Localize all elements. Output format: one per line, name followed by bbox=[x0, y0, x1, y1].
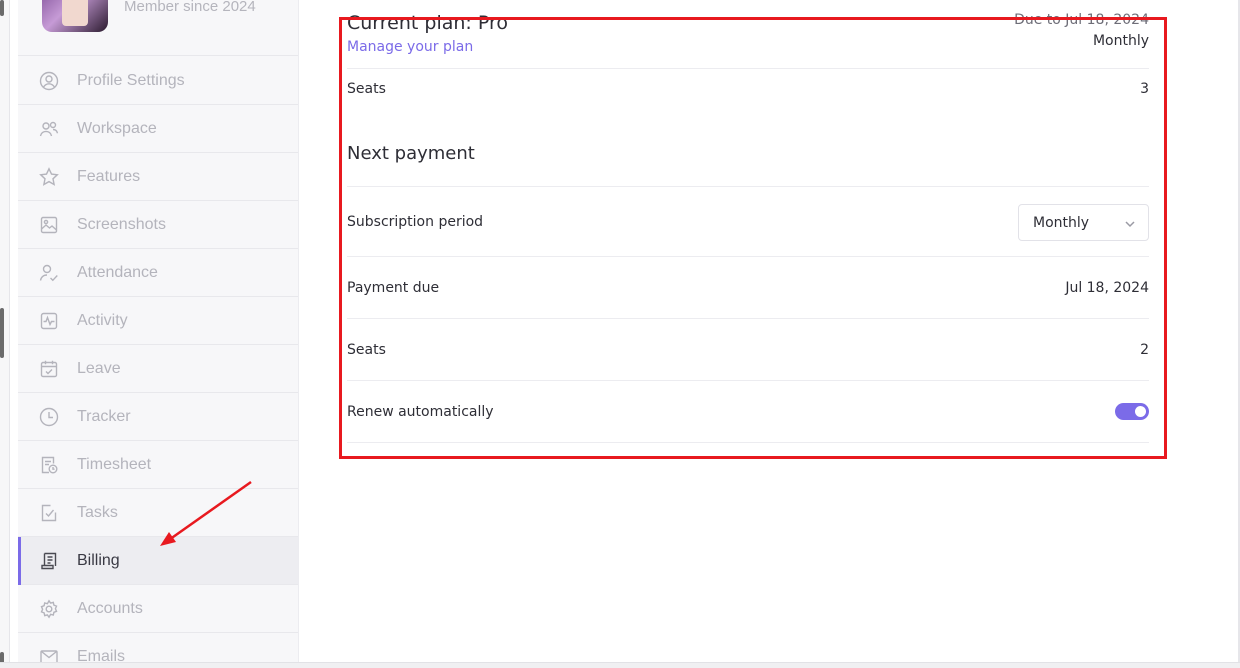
user-check-icon bbox=[38, 262, 60, 284]
sidebar-item-label: Leave bbox=[77, 359, 121, 377]
subscription-period-select[interactable]: Monthly bbox=[1018, 204, 1149, 241]
timesheet-icon bbox=[38, 454, 60, 476]
sidebar-item-tracker[interactable]: Tracker bbox=[18, 393, 298, 441]
sidebar-item-label: Profile Settings bbox=[77, 71, 185, 89]
bottom-bar bbox=[0, 662, 1240, 668]
sidebar-item-emails[interactable]: Emails bbox=[18, 633, 298, 663]
clock-icon bbox=[38, 406, 60, 428]
next-seats-value: 2 bbox=[1140, 342, 1149, 358]
task-check-icon bbox=[38, 502, 60, 524]
subscription-period-value: Monthly bbox=[1033, 214, 1090, 231]
payment-due-value: Jul 18, 2024 bbox=[1065, 280, 1149, 296]
sidebar-item-profile-settings[interactable]: Profile Settings bbox=[18, 57, 298, 105]
plan-period: Monthly bbox=[1092, 33, 1149, 49]
sidebar-item-label: Emails bbox=[77, 647, 126, 663]
sidebar-item-label: Tracker bbox=[77, 407, 131, 425]
renew-automatically-label: Renew automatically bbox=[347, 404, 494, 420]
sidebar-item-leave[interactable]: Leave bbox=[18, 345, 298, 393]
sidebar-item-accounts[interactable]: Accounts bbox=[18, 585, 298, 633]
divider bbox=[347, 68, 1149, 69]
chevron-down-icon bbox=[1124, 217, 1136, 229]
activity-icon bbox=[38, 310, 60, 332]
plan-due-date: Due to Jul 18, 2024 bbox=[1014, 12, 1149, 28]
sidebar-item-label: Billing bbox=[77, 551, 120, 569]
sidebar-item-label: Workspace bbox=[77, 119, 157, 137]
manage-plan-link[interactable]: Manage your plan bbox=[347, 39, 473, 55]
toggle-knob bbox=[1135, 406, 1146, 417]
subscription-period-row: Subscription period Monthly bbox=[347, 187, 1149, 257]
next-seats-row: Seats 2 bbox=[347, 319, 1149, 381]
renew-automatically-row: Renew automatically bbox=[347, 381, 1149, 443]
renew-automatically-toggle[interactable] bbox=[1115, 403, 1149, 420]
billing-page: Member since 2024 Profile Settings Works… bbox=[0, 0, 1240, 668]
receipt-icon bbox=[38, 550, 60, 572]
settings-sidebar: Member since 2024 Profile Settings Works… bbox=[18, 0, 299, 662]
user-circle-icon bbox=[38, 70, 60, 92]
sidebar-item-attendance[interactable]: Attendance bbox=[18, 249, 298, 297]
sidebar-item-billing[interactable]: Billing bbox=[18, 537, 298, 585]
sidebar-item-tasks[interactable]: Tasks bbox=[18, 489, 298, 537]
sidebar-item-label: Features bbox=[77, 167, 141, 185]
sidebar-item-features[interactable]: Features bbox=[18, 153, 298, 201]
next-payment-title: Next payment bbox=[347, 143, 475, 164]
mail-icon bbox=[38, 646, 60, 662]
edge-marker bbox=[0, 0, 4, 16]
billing-main: Current plan: Pro Manage your plan Due t… bbox=[323, 0, 1240, 662]
sidebar-item-activity[interactable]: Activity bbox=[18, 297, 298, 345]
sidebar-item-label: Activity bbox=[77, 311, 128, 329]
sidebar-item-label: Accounts bbox=[77, 599, 143, 617]
left-edge-strip bbox=[0, 0, 10, 668]
gear-icon bbox=[38, 598, 60, 620]
sidebar-item-label: Tasks bbox=[77, 503, 118, 521]
sidebar-item-screenshots[interactable]: Screenshots bbox=[18, 201, 298, 249]
member-since-text: Member since 2024 bbox=[124, 0, 256, 15]
sidebar-item-timesheet[interactable]: Timesheet bbox=[18, 441, 298, 489]
payment-due-label: Payment due bbox=[347, 280, 440, 296]
avatar[interactable] bbox=[42, 0, 108, 32]
next-seats-label: Seats bbox=[347, 342, 386, 358]
sidebar-item-label: Screenshots bbox=[77, 215, 166, 233]
calendar-check-icon bbox=[38, 358, 60, 380]
sidebar-item-label: Timesheet bbox=[77, 455, 152, 473]
current-plan-title: Current plan: Pro bbox=[347, 12, 509, 34]
current-seats-label: Seats bbox=[347, 81, 386, 97]
edge-marker bbox=[0, 308, 4, 358]
current-seats-value: 3 bbox=[1140, 81, 1149, 97]
profile-header: Member since 2024 bbox=[18, 0, 298, 56]
sidebar-nav: Profile Settings Workspace Features Scre… bbox=[18, 57, 298, 663]
image-icon bbox=[38, 214, 60, 236]
sidebar-item-label: Attendance bbox=[77, 263, 158, 281]
star-icon bbox=[38, 166, 60, 188]
subscription-period-label: Subscription period bbox=[347, 214, 484, 230]
payment-due-row: Payment due Jul 18, 2024 bbox=[347, 257, 1149, 319]
sidebar-item-workspace[interactable]: Workspace bbox=[18, 105, 298, 153]
users-icon bbox=[38, 118, 60, 140]
